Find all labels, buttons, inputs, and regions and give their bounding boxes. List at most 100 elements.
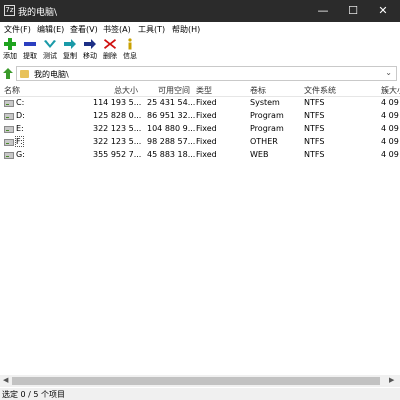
drive-fs: NTFS xyxy=(304,111,325,120)
plus-icon xyxy=(4,38,16,50)
horizontal-scrollbar[interactable]: ◀ ▶ xyxy=(0,375,400,387)
copy-label: 复制 xyxy=(63,52,77,60)
minus-icon xyxy=(24,42,36,46)
drive-label: Program xyxy=(250,111,284,120)
list-item[interactable]: C: 114 193 5... 25 431 54... Fixed Syste… xyxy=(0,97,400,110)
address-bar: 我的电脑\ ⌄ xyxy=(0,65,400,82)
copy-button[interactable]: 复制 xyxy=(60,38,80,64)
status-bar: 选定 0 / 5 个项目 xyxy=(0,388,400,400)
column-total-size[interactable]: 总大小 xyxy=(114,85,138,96)
drive-label: System xyxy=(250,98,280,107)
scroll-thumb[interactable] xyxy=(12,377,380,385)
column-filesystem[interactable]: 文件系统 xyxy=(304,85,336,96)
drive-name: G: xyxy=(16,150,25,159)
drive-type: Fixed xyxy=(196,150,217,159)
menu-bookmarks[interactable]: 书签(A) xyxy=(103,24,131,35)
drive-type: Fixed xyxy=(196,137,217,146)
scroll-left-icon[interactable]: ◀ xyxy=(3,376,8,384)
drive-icon xyxy=(4,126,14,133)
drive-free: 104 880 9... xyxy=(147,124,196,133)
drive-fs: NTFS xyxy=(304,137,325,146)
list-item[interactable]: D: 125 828 0... 86 951 32... Fixed Progr… xyxy=(0,110,400,123)
window-title: 我的电脑\ xyxy=(18,8,58,18)
extract-button[interactable]: 提取 xyxy=(20,38,40,64)
drive-free: 86 951 32... xyxy=(147,111,196,120)
drive-free: 45 883 18... xyxy=(147,150,196,159)
minimize-button[interactable]: — xyxy=(308,0,338,22)
column-label[interactable]: 卷标 xyxy=(250,85,266,96)
up-arrow-icon[interactable] xyxy=(2,68,14,79)
drive-type: Fixed xyxy=(196,124,217,133)
drive-type: Fixed xyxy=(196,98,217,107)
column-type[interactable]: 类型 xyxy=(196,85,212,96)
move-label: 移动 xyxy=(83,52,97,60)
delete-button[interactable]: 删除 xyxy=(100,38,120,64)
drive-name: F: xyxy=(15,136,24,147)
drive-total: 125 828 0... xyxy=(93,111,142,120)
drive-fs: NTFS xyxy=(304,124,325,133)
toolbar: 添加 提取 测试 复制 移动 删除 信息 xyxy=(0,36,400,64)
list-item[interactable]: G: 355 952 7... 45 883 18... Fixed WEB N… xyxy=(0,149,400,162)
list-item[interactable]: F: 322 123 5... 98 288 57... Fixed OTHER… xyxy=(0,136,400,149)
path-combobox[interactable]: 我的电脑\ ⌄ xyxy=(16,66,397,81)
menu-view[interactable]: 查看(V) xyxy=(70,24,98,35)
move-button[interactable]: 移动 xyxy=(80,38,100,64)
drive-icon xyxy=(4,139,14,146)
extract-label: 提取 xyxy=(23,52,37,60)
drive-cluster: 4 09 xyxy=(381,150,399,159)
drive-name: C: xyxy=(16,98,25,107)
add-button[interactable]: 添加 xyxy=(0,38,20,64)
drive-cluster: 4 09 xyxy=(381,124,399,133)
app-icon: 7z xyxy=(4,5,15,16)
path-text: 我的电脑\ xyxy=(34,70,69,79)
drive-cluster: 4 09 xyxy=(381,98,399,107)
delete-label: 删除 xyxy=(103,52,117,60)
menu-edit[interactable]: 编辑(E) xyxy=(37,24,64,35)
add-label: 添加 xyxy=(3,52,17,60)
test-label: 测试 xyxy=(43,52,57,60)
info-icon xyxy=(128,38,132,50)
x-icon xyxy=(104,39,116,49)
drive-total: 322 123 5... xyxy=(93,124,142,133)
drive-icon xyxy=(4,152,14,159)
drive-icon xyxy=(4,100,14,107)
chevron-down-icon[interactable]: ⌄ xyxy=(385,68,392,77)
maximize-button[interactable]: ☐ xyxy=(338,0,368,22)
drive-fs: NTFS xyxy=(304,98,325,107)
drive-total: 322 123 5... xyxy=(93,137,142,146)
scroll-right-icon[interactable]: ▶ xyxy=(389,376,394,384)
drive-cluster: 4 09 xyxy=(381,111,399,120)
menu-file[interactable]: 文件(F) xyxy=(4,24,31,35)
drive-name: E: xyxy=(16,124,24,133)
drive-name: D: xyxy=(16,111,25,120)
drive-label: Program xyxy=(250,124,284,133)
column-cluster-size[interactable]: 簇大小 xyxy=(381,85,400,96)
drive-icon xyxy=(4,113,14,120)
drive-type: Fixed xyxy=(196,111,217,120)
drive-free: 25 431 54... xyxy=(147,98,196,107)
column-name[interactable]: 名称 xyxy=(4,85,20,96)
drive-total: 355 952 7... xyxy=(93,150,142,159)
list-header: 名称 总大小 可用空间 类型 卷标 文件系统 簇大小 xyxy=(0,84,400,97)
drive-free: 98 288 57... xyxy=(147,137,196,146)
menu-tools[interactable]: 工具(T) xyxy=(138,24,165,35)
close-button[interactable]: ✕ xyxy=(368,0,398,22)
status-text: 选定 0 / 5 个项目 xyxy=(2,390,66,399)
info-button[interactable]: 信息 xyxy=(120,38,140,64)
double-arrow-icon xyxy=(64,39,76,49)
menu-help[interactable]: 帮助(H) xyxy=(172,24,200,35)
title-bar: 7z 我的电脑\ — ☐ ✕ xyxy=(0,0,400,22)
info-label: 信息 xyxy=(123,52,137,60)
drive-label: OTHER xyxy=(250,137,278,146)
drive-label: WEB xyxy=(250,150,269,159)
list-item[interactable]: E: 322 123 5... 104 880 9... Fixed Progr… xyxy=(0,123,400,136)
column-free-space[interactable]: 可用空间 xyxy=(158,85,190,96)
menu-bar: 文件(F) 编辑(E) 查看(V) 书签(A) 工具(T) 帮助(H) xyxy=(0,22,400,36)
drive-cluster: 4 09 xyxy=(381,137,399,146)
folder-icon xyxy=(20,70,29,78)
drive-total: 114 193 5... xyxy=(93,98,142,107)
test-button[interactable]: 测试 xyxy=(40,38,60,64)
drive-fs: NTFS xyxy=(304,150,325,159)
arrow-right-icon xyxy=(84,39,96,49)
check-icon xyxy=(44,40,56,48)
